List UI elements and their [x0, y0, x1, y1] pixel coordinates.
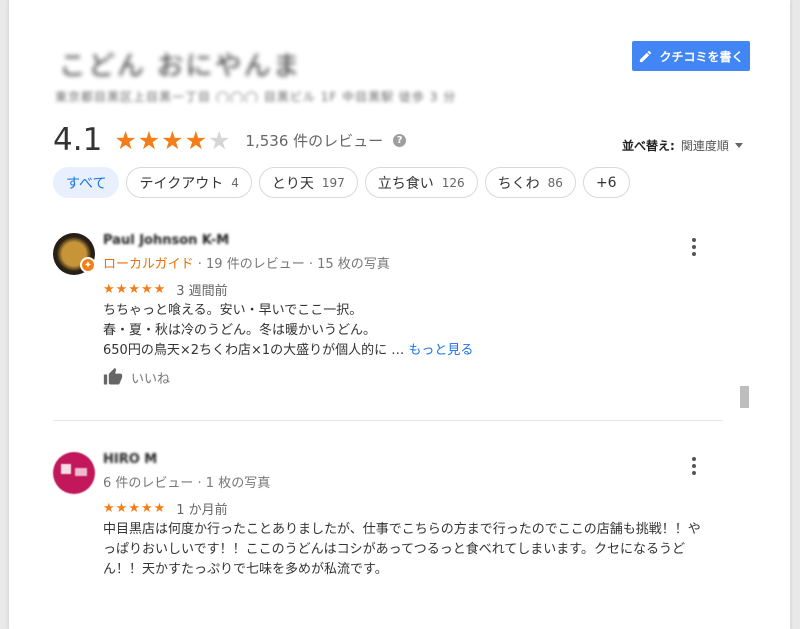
rating-stars: ★★★★★ — [114, 126, 231, 155]
star-empty-icon: ★ — [208, 125, 232, 155]
write-review-button[interactable]: クチコミを書く — [632, 41, 750, 71]
review-rating: ★★★★★ 1 か月前 — [103, 499, 228, 518]
review-line: 春・夏・秋は冷のうどん。冬は暖かいうどん。 — [103, 323, 377, 338]
star-icon: ★ — [114, 125, 138, 155]
review-time: 3 週間前 — [176, 284, 228, 299]
review-divider — [53, 420, 723, 421]
review-rating: ★★★★★ 3 週間前 — [103, 280, 228, 299]
like-button[interactable]: いいね — [103, 367, 170, 387]
chip-tachigui[interactable]: 立ち食い 126 — [364, 167, 478, 198]
chip-takeout[interactable]: テイクアウト 4 — [126, 167, 252, 198]
reviewer-stats: · 19 件のレビュー · 15 枚の写真 — [193, 257, 390, 272]
reviewer-name[interactable]: Paul Johnson K-M — [103, 233, 229, 248]
review-item: HIRO M 6 件のレビュー · 1 枚の写真 ★★★★★ 1 か月前 中目黒… — [53, 452, 723, 592]
like-label: いいね — [131, 371, 171, 387]
review-line: 中目黒店は何度か行ったことありましたが、仕事でこちらの方まで行ったのでここの店舗… — [103, 522, 701, 537]
review-time: 1 か月前 — [176, 503, 228, 518]
rating-summary: 4.1 ★★★★★ 1,536 件のレビュー ? — [53, 120, 407, 160]
local-guide-badge-icon: ✦ — [80, 257, 96, 273]
chip-label: テイクアウト — [139, 175, 224, 192]
sort-label: 並べ替え: — [622, 139, 675, 153]
reviews-panel: こどん おにやんま 東京都目黒区上目黒一丁目 ◯◯◯ 目黒ビル 1F 中目黒駅 … — [9, 0, 790, 629]
chip-count: 197 — [321, 175, 345, 190]
chip-all[interactable]: すべて — [53, 167, 120, 198]
chip-label: すべて — [66, 175, 107, 192]
average-rating: 4.1 — [53, 122, 103, 158]
pencil-icon — [640, 50, 652, 62]
chip-count: 126 — [441, 175, 465, 190]
chip-chikuwa[interactable]: ちくわ 86 — [484, 167, 576, 198]
chip-label: ちくわ — [497, 175, 540, 192]
thumbs-up-icon — [103, 367, 123, 385]
star-icon: ★ — [137, 125, 162, 155]
reviewer-name[interactable]: HIRO M — [103, 452, 157, 467]
help-icon[interactable]: ? — [393, 133, 407, 147]
avatar[interactable] — [53, 452, 95, 494]
review-line: ちちゃっと喰える。安い・早いでここ一択。 — [103, 303, 363, 318]
chip-count: 4 — [231, 175, 239, 190]
sort-dropdown[interactable]: 並べ替え: 関連度順 — [622, 137, 743, 154]
more-options-icon[interactable] — [686, 456, 702, 476]
star-icon: ★ — [161, 125, 185, 155]
review-line: っぱりおいしいです！！ここのうどんはコシがあってつるっと食べれてしまいます。クセ… — [103, 542, 686, 557]
review-text: 中目黒店は何度か行ったことありましたが、仕事でこちらの方まで行ったのでここの店舗… — [103, 520, 733, 580]
review-stars: ★★★★★ — [103, 282, 167, 297]
more-options-icon[interactable] — [686, 237, 702, 257]
reviewer-stats: 6 件のレビュー · 1 枚の写真 — [103, 476, 271, 491]
read-more-link[interactable]: もっと見る — [408, 343, 473, 358]
chip-label: とり天 — [271, 175, 314, 192]
star-icon: ★ — [184, 125, 208, 155]
review-count: 1,536 件のレビュー — [245, 131, 384, 150]
chip-more[interactable]: +6 — [582, 167, 630, 198]
place-address: 東京都目黒区上目黒一丁目 ◯◯◯ 目黒ビル 1F 中目黒駅 徒歩 3 分 — [55, 90, 457, 102]
review-item: ✦ Paul Johnson K-M ローカルガイド · 19 件のレビュー ·… — [53, 233, 723, 403]
review-line: ん！！天かすたっぷりで七味を多めが私流です。 — [103, 562, 388, 577]
write-review-label: クチコミを書く — [659, 49, 744, 64]
sort-value: 関連度順 — [680, 139, 729, 153]
chip-label: 立ち食い — [377, 175, 434, 192]
review-stars: ★★★★★ — [103, 501, 167, 516]
chip-label: +6 — [595, 174, 617, 191]
local-guide-label: ローカルガイド — [103, 257, 194, 272]
topic-filter-chips: すべて テイクアウト 4 とり天 197 立ち食い 126 ちくわ 86 +6 — [53, 167, 630, 198]
review-line: 650円の鳥天×2ちくわ店×1の大盛りが個人的に … — [103, 343, 405, 358]
reviewer-meta: ローカルガイド · 19 件のレビュー · 15 枚の写真 — [103, 253, 390, 272]
place-name: こどん おにやんま — [59, 51, 302, 82]
chip-toriten[interactable]: とり天 197 — [258, 167, 358, 198]
chevron-down-icon — [734, 143, 743, 148]
scrollbar-thumb[interactable] — [740, 386, 749, 408]
review-text: ちちゃっと喰える。安い・早いでここ一択。 春・夏・秋は冷のうどん。冬は暖かいうど… — [103, 301, 733, 361]
chip-count: 86 — [547, 175, 563, 190]
